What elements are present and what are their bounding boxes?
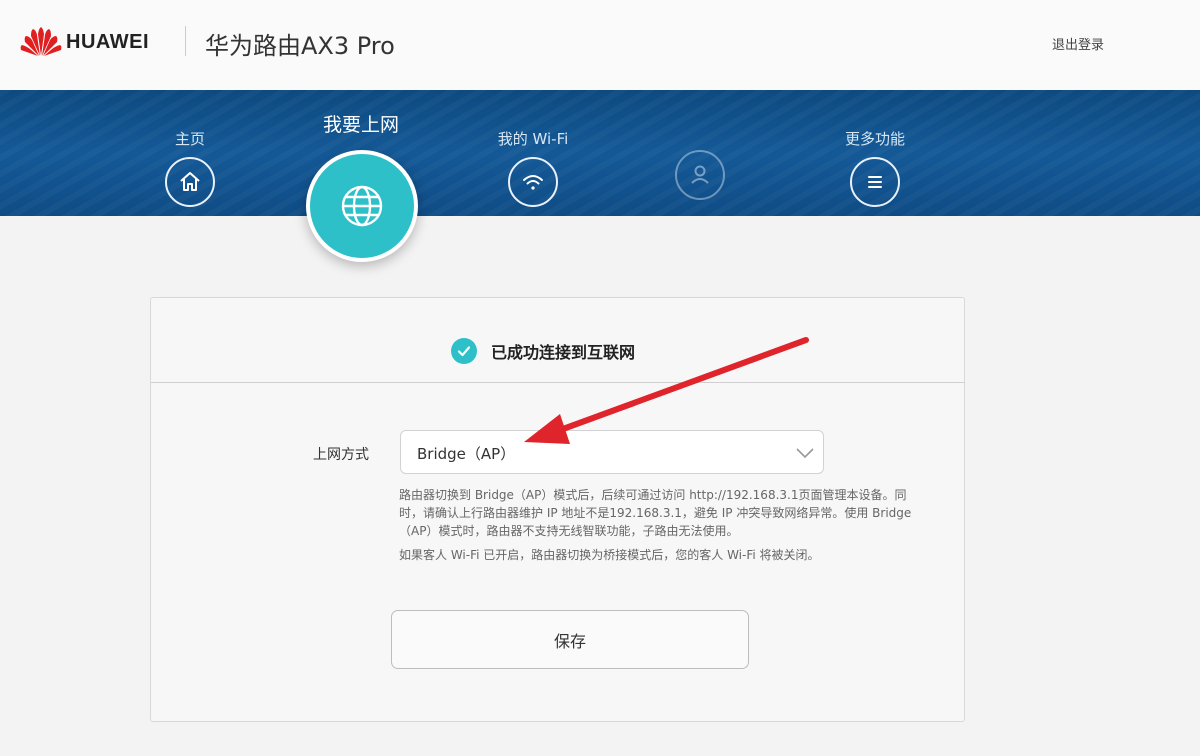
huawei-logo-icon <box>20 27 62 56</box>
guest-wifi-note: 如果客人 Wi-Fi 已开启，路由器切换为桥接模式后，您的客人 Wi-Fi 将被… <box>399 548 820 562</box>
connection-mode-label: 上网方式 <box>313 447 369 463</box>
user-icon <box>675 150 725 200</box>
connection-mode-select[interactable]: Bridge（AP） <box>400 430 824 474</box>
nav-wifi-label: 我的 Wi-Fi <box>497 130 569 148</box>
logout-link[interactable]: 退出登录 <box>1052 34 1104 53</box>
brand-name: HUAWEI <box>66 30 149 53</box>
status-row: 已成功连接到互联网 <box>151 298 964 383</box>
nav-item-wifi[interactable]: 我的 Wi-Fi <box>483 128 583 207</box>
nav-item-more[interactable]: 更多功能 <box>825 128 925 207</box>
connection-card: 已成功连接到互联网 上网方式 Bridge（AP） 路由器切换到 Bridge（… <box>150 297 965 722</box>
product-title: 华为路由AX3 Pro <box>205 32 395 60</box>
huawei-logo: HUAWEI <box>20 26 149 58</box>
wifi-icon <box>508 157 558 207</box>
bridge-mode-note: 路由器切换到 Bridge（AP）模式后，后续可通过访问 http://192.… <box>399 488 912 538</box>
save-button[interactable]: 保存 <box>391 610 749 669</box>
chevron-down-icon <box>795 445 815 464</box>
check-icon <box>451 338 477 364</box>
globe-icon[interactable] <box>306 150 418 262</box>
home-icon <box>165 157 215 207</box>
status-text: 已成功连接到互联网 <box>491 343 636 362</box>
menu-icon <box>850 157 900 207</box>
nav-item-internet[interactable]: 我要上网 <box>306 110 416 137</box>
nav-item-devices[interactable] <box>660 150 740 200</box>
top-bar: HUAWEI 华为路由AX3 Pro 退出登录 <box>0 0 1200 90</box>
connection-status: 已成功连接到互联网 <box>451 338 635 364</box>
nav-internet-label: 我要上网 <box>322 114 399 136</box>
nav-home-label: 主页 <box>174 130 205 148</box>
header-divider <box>185 26 186 56</box>
nav-more-label: 更多功能 <box>844 130 905 148</box>
connection-mode-value: Bridge（AP） <box>417 445 516 463</box>
nav-item-home[interactable]: 主页 <box>150 128 230 207</box>
